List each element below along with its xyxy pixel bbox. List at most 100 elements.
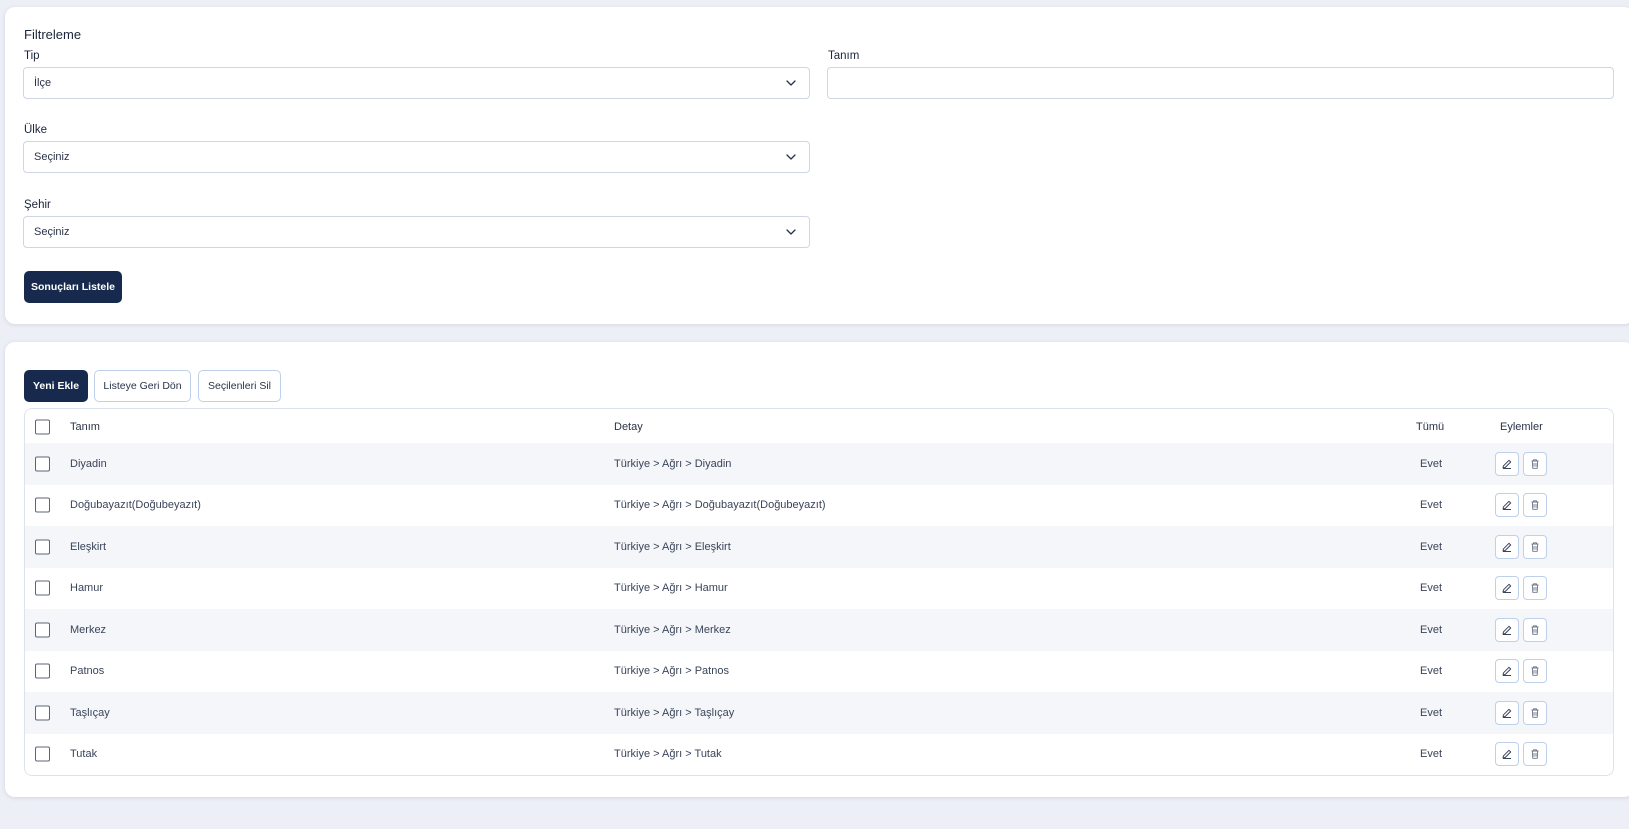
table-row: Diyadin Türkiye > Ağrı > Diyadin Evet (25, 443, 1613, 485)
pencil-icon (1502, 501, 1512, 511)
table-row: Taşlıçay Türkiye > Ağrı > Taşlıçay Evet (25, 692, 1613, 734)
row-detay: Türkiye > Ağrı > Patnos (614, 665, 729, 678)
trash-icon (1531, 749, 1539, 759)
edit-button[interactable] (1495, 534, 1519, 559)
row-detay: Türkiye > Ağrı > Doğubayazıt(Doğubeyazıt… (614, 499, 826, 512)
row-tanim: Patnos (70, 665, 105, 678)
row-checkbox[interactable] (35, 705, 50, 721)
table-row: Patnos Türkiye > Ağrı > Patnos Evet (25, 651, 1613, 693)
pencil-icon (1502, 459, 1512, 469)
table-row: Hamur Türkiye > Ağrı > Hamur Evet (25, 568, 1613, 610)
row-tanim: Taşlıçay (70, 706, 110, 719)
ulke-label: Ülke (24, 124, 48, 136)
delete-button[interactable] (1523, 617, 1547, 642)
row-checkbox[interactable] (35, 622, 50, 638)
ulke-select[interactable]: Seçiniz (23, 141, 810, 173)
trash-icon (1531, 625, 1539, 635)
table-row: Tutak Türkiye > Ağrı > Tutak Evet (25, 734, 1613, 776)
delete-button[interactable] (1523, 493, 1547, 518)
row-tanim: Diyadin (70, 457, 107, 470)
pencil-icon (1502, 584, 1512, 594)
add-new-button[interactable]: Yeni Ekle (24, 370, 88, 402)
tanim-input[interactable] (827, 67, 1614, 99)
row-detay: Türkiye > Ağrı > Tutak (614, 748, 722, 761)
back-to-list-button[interactable]: Listeye Geri Dön (94, 370, 191, 402)
pencil-icon (1502, 542, 1512, 552)
trash-icon (1531, 583, 1539, 593)
row-tanim: Doğubayazıt(Doğubeyazıt) (70, 499, 201, 512)
edit-button[interactable] (1495, 493, 1519, 518)
delete-button[interactable] (1523, 534, 1547, 559)
row-checkbox[interactable] (35, 663, 50, 679)
pencil-icon (1502, 708, 1512, 718)
trash-icon (1531, 500, 1539, 510)
table-row: Eleşkirt Türkiye > Ağrı > Eleşkirt Evet (25, 526, 1613, 568)
tip-select[interactable]: İlçe (23, 67, 810, 99)
results-table: Tanım Detay Tümü Eylemler Diyadin Türkiy… (24, 408, 1614, 776)
edit-button[interactable] (1495, 451, 1519, 476)
row-detay: Türkiye > Ağrı > Taşlıçay (614, 706, 735, 719)
row-checkbox[interactable] (35, 746, 50, 762)
header-detay: Detay (614, 421, 643, 433)
edit-button[interactable] (1495, 617, 1519, 642)
table-row: Doğubayazıt(Doğubeyazıt) Türkiye > Ağrı … (25, 485, 1613, 527)
pencil-icon (1502, 625, 1512, 635)
row-tumu: Evet (1420, 748, 1443, 761)
row-tanim: Eleşkirt (70, 540, 107, 553)
row-tumu: Evet (1420, 457, 1443, 470)
trash-icon (1531, 542, 1539, 552)
edit-button[interactable] (1495, 700, 1519, 725)
pencil-icon (1502, 750, 1512, 760)
header-tanim: Tanım (70, 421, 100, 433)
delete-button[interactable] (1523, 742, 1547, 767)
filter-panel: Filtreleme Tip İlçe Tanım Ülke Seçiniz Ş… (5, 7, 1629, 324)
table-row: Merkez Türkiye > Ağrı > Merkez Evet (25, 609, 1613, 651)
sehir-label: Şehir (24, 199, 51, 211)
row-checkbox[interactable] (35, 539, 50, 555)
chevron-down-icon (786, 80, 796, 86)
delete-button[interactable] (1523, 659, 1547, 684)
select-all-checkbox[interactable] (35, 419, 50, 435)
table-header: Tanım Detay Tümü Eylemler (25, 409, 1613, 445)
row-tanim: Merkez (70, 623, 107, 636)
tanim-label: Tanım (828, 50, 860, 62)
edit-button[interactable] (1495, 659, 1519, 684)
delete-selected-button[interactable]: Seçilenleri Sil (198, 370, 281, 402)
sehir-select[interactable]: Seçiniz (23, 216, 810, 248)
ulke-select-value: Seçiniz (34, 151, 70, 163)
delete-button[interactable] (1523, 700, 1547, 725)
header-tumu: Tümü (1416, 421, 1445, 433)
delete-button[interactable] (1523, 451, 1547, 476)
row-checkbox[interactable] (35, 580, 50, 596)
tip-label: Tip (24, 50, 40, 62)
row-detay: Türkiye > Ağrı > Merkez (614, 623, 731, 636)
header-eylemler: Eylemler (1500, 421, 1543, 433)
results-panel: Yeni Ekle Listeye Geri Dön Seçilenleri S… (5, 342, 1629, 797)
row-tanim: Tutak (70, 748, 98, 761)
row-detay: Türkiye > Ağrı > Diyadin (614, 457, 732, 470)
trash-icon (1531, 459, 1539, 469)
row-checkbox[interactable] (35, 497, 50, 513)
delete-button[interactable] (1523, 576, 1547, 601)
sehir-select-value: Seçiniz (34, 226, 70, 238)
edit-button[interactable] (1495, 576, 1519, 601)
chevron-down-icon (786, 229, 796, 235)
edit-button[interactable] (1495, 742, 1519, 767)
tip-select-value: İlçe (34, 77, 52, 89)
trash-icon (1531, 666, 1539, 676)
row-tumu: Evet (1420, 623, 1443, 636)
row-detay: Türkiye > Ağrı > Hamur (614, 582, 728, 595)
list-results-button[interactable]: Sonuçları Listele (24, 271, 122, 303)
row-tumu: Evet (1420, 706, 1443, 719)
filter-title: Filtreleme (24, 27, 82, 42)
row-tumu: Evet (1420, 665, 1443, 678)
pencil-icon (1502, 667, 1512, 677)
row-tumu: Evet (1420, 499, 1443, 512)
row-checkbox[interactable] (35, 456, 50, 472)
row-tumu: Evet (1420, 582, 1443, 595)
row-tanim: Hamur (70, 582, 104, 595)
trash-icon (1531, 708, 1539, 718)
row-detay: Türkiye > Ağrı > Eleşkirt (614, 540, 731, 553)
chevron-down-icon (786, 154, 796, 160)
row-tumu: Evet (1420, 540, 1443, 553)
